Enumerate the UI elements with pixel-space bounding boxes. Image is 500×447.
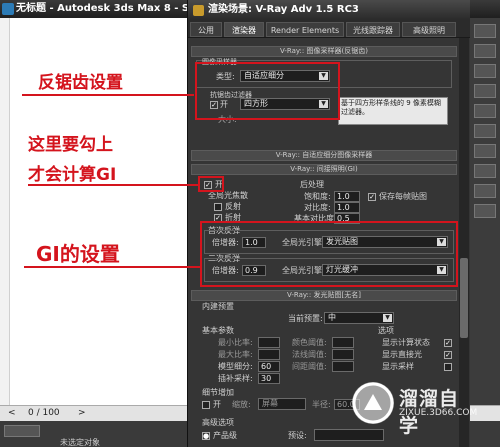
show-calc-label: 显示计算状态 [382, 338, 430, 347]
gi-reflect-label: 反射 [225, 202, 241, 211]
saturation-spinner[interactable]: 1.0 [334, 191, 360, 202]
show-direct-checkbox[interactable]: ✓ [444, 351, 452, 359]
tab-advanced-lighting[interactable]: 高级照明 [402, 22, 456, 37]
chevron-down-icon: ▼ [383, 314, 392, 322]
panel-button[interactable] [474, 64, 496, 78]
model-subdiv-spinner[interactable]: 60 [258, 361, 280, 372]
selection-status: 未选定对象 [60, 438, 100, 447]
save-maps-checkbox[interactable]: ✓ [368, 193, 376, 201]
show-samples-checkbox[interactable] [444, 363, 452, 371]
show-samples-label: 显示采样 [382, 362, 414, 371]
annotation-gi-settings-box [200, 221, 458, 287]
preset-label: 预设: [288, 431, 307, 440]
builtin-presets-label: 内建预置 [202, 302, 234, 311]
render-tabs: 公用 渲染器 Render Elements 光线跟踪器 高级照明 [188, 20, 470, 38]
detail-on-checkbox[interactable] [202, 401, 210, 409]
basic-params-label: 基本参数 [202, 326, 234, 335]
timeline-frame-label: 0 / 100 [28, 408, 60, 418]
interp-samples-spinner[interactable]: 30 [258, 373, 280, 384]
contrast-label: 对比度: [304, 203, 331, 212]
annotation-gi-settings-pointer [24, 266, 200, 268]
detail-radius-label: 半径: [312, 400, 331, 409]
show-calc-checkbox[interactable]: ✓ [444, 339, 452, 347]
post-processing-label: 后处理 [300, 180, 324, 189]
contrast-spinner[interactable]: 1.0 [334, 202, 360, 213]
panel-button[interactable] [474, 24, 496, 38]
current-preset-dropdown[interactable]: 中 ▼ [324, 312, 394, 324]
preset-dropdown[interactable] [314, 429, 384, 441]
annotation-gi-on-box [198, 176, 224, 192]
saturation-label: 饱和度: [304, 192, 331, 201]
panel-button[interactable] [474, 124, 496, 138]
detail-scale-value: 屏幕 [262, 399, 278, 408]
distance-threshold-label: 间距阈值: [292, 362, 327, 371]
status-box [4, 425, 40, 437]
timeline-next-button[interactable]: > [78, 408, 86, 418]
rollout-irradiance-map[interactable]: V-Ray:: 发光贴图[无名] [191, 290, 457, 301]
gi-reflect-checkbox[interactable] [214, 203, 222, 211]
max-command-panel [470, 18, 500, 408]
annotation-must-check-line2: 才会计算GI [28, 165, 117, 185]
tab-render-elements[interactable]: Render Elements [266, 22, 344, 37]
render-dialog-title: 渲染场景: V-Ray Adv 1.5 RC3 [208, 4, 359, 15]
timeline-prev-button[interactable]: < [8, 408, 16, 418]
annotation-gi-on-pointer [28, 184, 198, 186]
production-label: 产品级 [213, 431, 237, 440]
detail-on-label: 开 [213, 400, 221, 409]
annotation-antialias-pointer [22, 94, 194, 96]
annotation-must-check-line1: 这里要勾上 [28, 135, 113, 155]
color-threshold-spinner[interactable] [332, 337, 354, 348]
watermark-logo-icon [352, 382, 394, 424]
panel-button[interactable] [474, 104, 496, 118]
panel-button[interactable] [474, 164, 496, 178]
render-teapot-icon [193, 5, 204, 16]
rollout-image-sampler[interactable]: V-Ray:: 图像采样器(反锯齿) [191, 46, 457, 57]
color-threshold-label: 颜色阈值: [292, 338, 327, 347]
detail-scale-label: 缩放: [232, 400, 251, 409]
distance-threshold-spinner[interactable] [332, 361, 354, 372]
gi-caustics-label: 全局光焦散 [208, 191, 248, 200]
normal-threshold-label: 法线阈值: [292, 350, 327, 359]
tab-raytracer[interactable]: 光线跟踪器 [346, 22, 400, 37]
tab-renderer[interactable]: 渲染器 [224, 22, 264, 37]
normal-threshold-spinner[interactable] [332, 349, 354, 360]
advanced-options-label: 高级选项 [202, 418, 234, 427]
watermark-url: ZIXUE.3D66.COM [399, 408, 478, 418]
scrollbar-thumb[interactable] [460, 258, 468, 338]
annotation-antialias-box [195, 62, 340, 120]
detail-scale-dropdown[interactable]: 屏幕 [258, 398, 306, 410]
filter-description: 基于四方形样条线的 9 像素模糊过滤器。 [338, 97, 448, 125]
3dsmax-app-icon [2, 3, 14, 15]
rollout-indirect-illumination[interactable]: V-Ray:: 间接照明(GI) [191, 164, 457, 175]
show-direct-label: 显示直接光 [382, 350, 422, 359]
max-left-toolbar [0, 18, 10, 408]
panel-button[interactable] [474, 184, 496, 198]
annotation-antialias: 反锯齿设置 [38, 73, 123, 93]
save-maps-label: 保存每帧贴图 [379, 192, 427, 201]
annotation-gi-settings: GI的设置 [36, 242, 120, 266]
tab-common[interactable]: 公用 [190, 22, 222, 37]
render-dialog-title-bar: 渲染场景: V-Ray Adv 1.5 RC3 [188, 0, 470, 20]
production-radio[interactable]: ● [202, 432, 210, 440]
current-preset-label: 当前预置: [288, 314, 323, 323]
max-rate-spinner[interactable] [258, 349, 280, 360]
watermark: 溜溜自学 ZIXUE.3D66.COM [352, 380, 478, 437]
min-rate-label: 最小比率: [218, 338, 253, 347]
detail-enhance-label: 细节增加 [202, 388, 234, 397]
panel-button[interactable] [474, 204, 496, 218]
panel-button[interactable] [474, 144, 496, 158]
current-preset-value: 中 [328, 313, 336, 322]
panel-button[interactable] [474, 84, 496, 98]
max-rate-label: 最大比率: [218, 350, 253, 359]
panel-button[interactable] [474, 44, 496, 58]
model-subdiv-label: 模型细分: [218, 362, 253, 371]
options-label: 选项 [378, 326, 394, 335]
interp-samples-label: 插补采样: [218, 374, 253, 383]
min-rate-spinner[interactable] [258, 337, 280, 348]
rollout-adaptive-subdivision[interactable]: V-Ray:: 自适应细分图像采样器 [191, 150, 457, 161]
